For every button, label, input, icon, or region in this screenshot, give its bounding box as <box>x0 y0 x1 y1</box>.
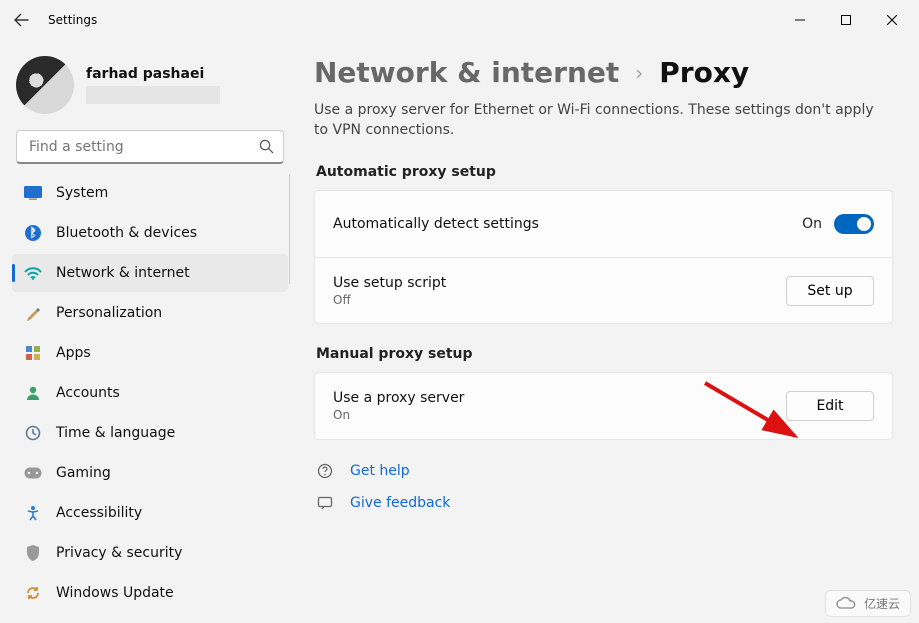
privacy-icon <box>24 544 42 562</box>
search-box <box>16 130 284 164</box>
breadcrumb: Network & internet › Proxy <box>314 56 893 89</box>
sidebar-item-bluetooth[interactable]: Bluetooth & devices <box>12 214 288 252</box>
back-button[interactable] <box>4 2 40 38</box>
get-help-link[interactable]: Get help <box>350 463 410 479</box>
breadcrumb-current: Proxy <box>659 56 749 89</box>
get-help-row: Get help <box>316 462 893 480</box>
search-input[interactable] <box>16 130 284 164</box>
sidebar-item-system[interactable]: System <box>12 174 288 212</box>
proxy-server-label: Use a proxy server <box>333 390 786 406</box>
proxy-server-state: On <box>333 408 786 422</box>
user-account[interactable]: farhad pashaei <box>16 56 284 114</box>
auto-proxy-group: Automatically detect settings On Use set… <box>314 190 893 324</box>
section-title-manual: Manual proxy setup <box>316 346 893 362</box>
chevron-right-icon: › <box>635 61 643 85</box>
back-arrow-icon <box>14 12 30 28</box>
sidebar-item-label: Privacy & security <box>56 545 182 561</box>
setup-script-row: Use setup script Off Set up <box>315 257 892 323</box>
sidebar-item-accounts[interactable]: Accounts <box>12 374 288 412</box>
sidebar: farhad pashaei System Bluetooth & device… <box>0 40 300 623</box>
time-icon <box>24 424 42 442</box>
sidebar-item-accessibility[interactable]: Accessibility <box>12 494 288 532</box>
system-icon <box>24 184 42 202</box>
help-icon <box>316 462 334 480</box>
sidebar-item-network[interactable]: Network & internet <box>12 254 288 292</box>
network-icon <box>24 264 42 282</box>
update-icon <box>24 584 42 602</box>
sidebar-item-label: Network & internet <box>56 265 190 281</box>
manual-proxy-group: Use a proxy server On Edit <box>314 372 893 440</box>
window-title: Settings <box>48 13 97 27</box>
personalization-icon <box>24 304 42 322</box>
feedback-icon <box>316 494 334 512</box>
auto-detect-label: Automatically detect settings <box>333 216 802 232</box>
sidebar-item-update[interactable]: Windows Update <box>12 574 288 612</box>
feedback-row: Give feedback <box>316 494 893 512</box>
sidebar-item-gaming[interactable]: Gaming <box>12 454 288 492</box>
give-feedback-link[interactable]: Give feedback <box>350 495 450 511</box>
accounts-icon <box>24 384 42 402</box>
sidebar-item-time[interactable]: Time & language <box>12 414 288 452</box>
auto-detect-toggle[interactable] <box>834 214 874 234</box>
sidebar-item-label: Gaming <box>56 465 111 481</box>
sidebar-item-label: Bluetooth & devices <box>56 225 197 241</box>
auto-detect-row: Automatically detect settings On <box>315 191 892 257</box>
sidebar-item-label: Personalization <box>56 305 162 321</box>
setup-script-state: Off <box>333 293 786 307</box>
main-content: Network & internet › Proxy Use a proxy s… <box>300 40 919 623</box>
titlebar: Settings <box>0 0 919 40</box>
sidebar-item-personalization[interactable]: Personalization <box>12 294 288 332</box>
watermark: 亿速云 <box>825 590 911 617</box>
sidebar-item-label: Windows Update <box>56 585 174 601</box>
sidebar-item-apps[interactable]: Apps <box>12 334 288 372</box>
auto-detect-state: On <box>802 216 822 232</box>
section-title-auto: Automatic proxy setup <box>316 164 893 180</box>
proxy-server-row: Use a proxy server On Edit <box>315 373 892 439</box>
setup-script-label: Use setup script <box>333 275 786 291</box>
sidebar-item-label: Accounts <box>56 385 120 401</box>
minimize-button[interactable] <box>777 4 823 36</box>
sidebar-item-label: Accessibility <box>56 505 142 521</box>
maximize-button[interactable] <box>823 4 869 36</box>
sidebar-item-privacy[interactable]: Privacy & security <box>12 534 288 572</box>
accessibility-icon <box>24 504 42 522</box>
sidebar-item-label: Apps <box>56 345 91 361</box>
avatar <box>16 56 74 114</box>
sidebar-item-label: Time & language <box>56 425 175 441</box>
apps-icon <box>24 344 42 362</box>
gaming-icon <box>24 464 42 482</box>
bluetooth-icon <box>24 224 42 242</box>
sidebar-item-label: System <box>56 185 108 201</box>
close-button[interactable] <box>869 4 915 36</box>
user-email-placeholder <box>86 86 220 104</box>
nav-list: System Bluetooth & devices Network & int… <box>12 174 288 612</box>
breadcrumb-parent[interactable]: Network & internet <box>314 56 619 89</box>
page-description: Use a proxy server for Ethernet or Wi-Fi… <box>314 101 874 140</box>
user-name: farhad pashaei <box>86 66 220 82</box>
search-icon <box>259 139 274 158</box>
proxy-edit-button[interactable]: Edit <box>786 391 874 421</box>
setup-script-button[interactable]: Set up <box>786 276 874 306</box>
